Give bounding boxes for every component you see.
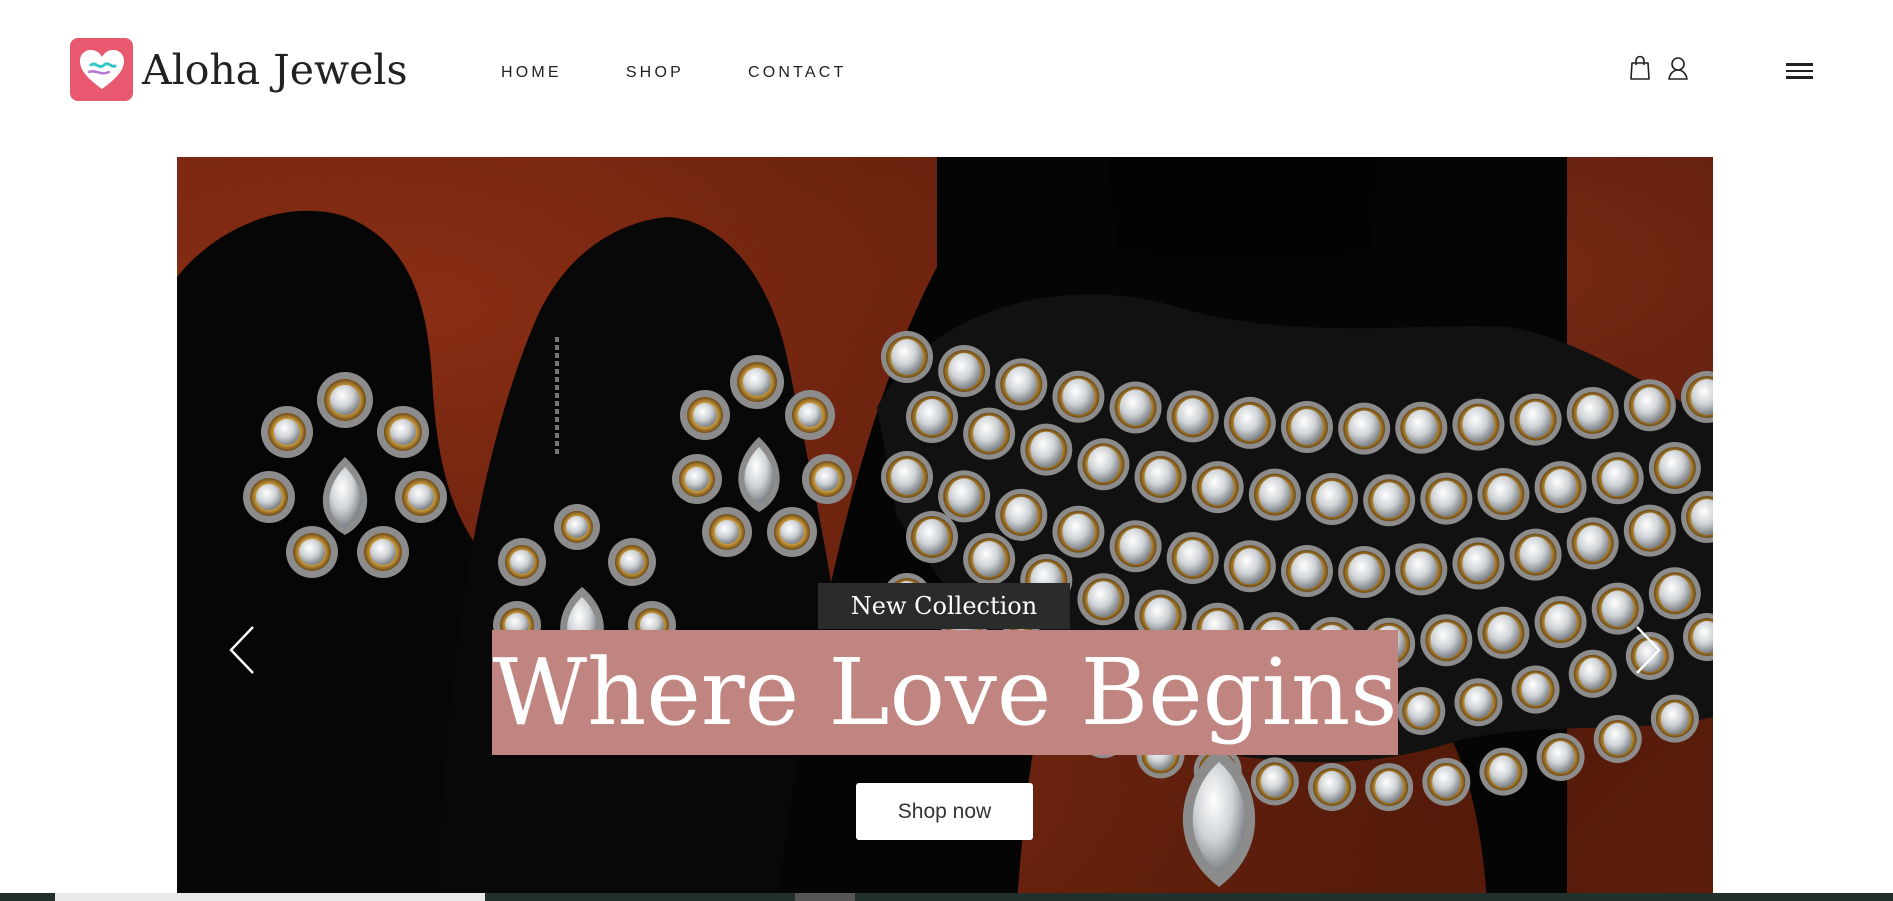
hamburger-line xyxy=(1786,69,1813,72)
necklace-stone xyxy=(1487,476,1520,513)
necklace-stone xyxy=(1658,575,1691,612)
necklace-stone xyxy=(1407,695,1436,728)
hamburger-menu-icon[interactable] xyxy=(1786,63,1816,85)
necklace-stone xyxy=(1633,512,1666,549)
brand-logo-link[interactable]: Aloha Jewels xyxy=(70,38,408,101)
necklace-stone xyxy=(1601,460,1634,497)
necklace-stone xyxy=(1489,755,1518,788)
necklace-stone xyxy=(1660,702,1689,735)
necklace-stone xyxy=(1119,389,1152,426)
necklace-stone xyxy=(1462,545,1495,582)
main-nav: HOME SHOP CONTACT xyxy=(501,64,911,82)
necklace-stone xyxy=(1521,673,1550,706)
necklace-stone xyxy=(1176,398,1209,435)
necklace-stone xyxy=(1260,765,1289,798)
necklace-stone xyxy=(1578,657,1607,690)
necklace-stone xyxy=(973,540,1006,577)
strip-segment xyxy=(795,893,855,901)
necklace-stone xyxy=(1233,548,1266,585)
hero-tag: New Collection xyxy=(818,583,1070,629)
necklace-stone xyxy=(1462,406,1495,443)
bottom-strip xyxy=(0,893,1893,901)
necklace-stone xyxy=(1432,765,1461,798)
user-icon[interactable] xyxy=(1665,53,1691,83)
necklace-stone xyxy=(1005,496,1038,533)
necklace-stone xyxy=(1291,553,1323,589)
necklace-stone xyxy=(891,459,923,495)
shop-now-button[interactable]: Shop now xyxy=(856,783,1033,840)
nav-item-contact[interactable]: CONTACT xyxy=(748,64,847,82)
necklace-stone xyxy=(1633,387,1666,424)
hamburger-line xyxy=(1786,76,1813,79)
necklace-stone xyxy=(1258,476,1291,513)
necklace-stone xyxy=(1348,554,1381,591)
necklace-stone xyxy=(1233,404,1266,441)
necklace-stone xyxy=(891,339,923,375)
hero-title: Where Love Begins xyxy=(492,630,1398,755)
shopping-bag-icon[interactable] xyxy=(1627,53,1653,83)
necklace-stone xyxy=(1544,469,1577,506)
necklace-stone xyxy=(1144,458,1177,495)
necklace-stone xyxy=(1405,409,1438,446)
necklace-stone xyxy=(1144,597,1177,634)
chevron-left-icon xyxy=(228,625,256,680)
necklace-stone xyxy=(1544,604,1577,641)
necklace-stone xyxy=(948,352,981,389)
necklace-stone xyxy=(1316,481,1348,517)
necklace-stone xyxy=(1375,771,1404,804)
necklace-stone xyxy=(1318,771,1346,803)
necklace-stone xyxy=(1519,401,1552,438)
necklace-stone xyxy=(948,478,981,515)
hero-slider: New Collection Where Love Begins Shop no… xyxy=(177,157,1713,901)
necklace-stone xyxy=(1546,741,1575,774)
strip-segment xyxy=(55,893,485,901)
necklace-stone xyxy=(973,415,1006,452)
nav-item-home[interactable]: HOME xyxy=(501,64,562,82)
necklace-stone xyxy=(1430,622,1463,659)
necklace-stone xyxy=(1487,614,1520,651)
nav-item-shop[interactable]: SHOP xyxy=(626,64,684,82)
necklace-stone xyxy=(1062,513,1095,550)
necklace-stone xyxy=(1201,469,1234,506)
necklace-stone xyxy=(1576,394,1609,431)
necklace-stone xyxy=(1464,686,1493,719)
necklace-stone xyxy=(1348,410,1381,447)
necklace-stone xyxy=(1119,528,1152,565)
necklace-stone xyxy=(1291,409,1323,445)
necklace-stone xyxy=(1373,482,1406,519)
slider-prev-arrow[interactable] xyxy=(217,607,267,697)
necklace-stone xyxy=(1176,539,1209,576)
hamburger-line xyxy=(1786,63,1813,66)
necklace-stone xyxy=(1603,723,1632,756)
necklace-stone xyxy=(916,399,948,435)
site-header: Aloha Jewels HOME SHOP CONTACT xyxy=(0,0,1893,148)
chevron-right-icon xyxy=(1634,625,1662,680)
heart-logo-icon xyxy=(70,38,133,101)
brand-name: Aloha Jewels xyxy=(142,45,408,94)
necklace-stone xyxy=(1087,581,1120,618)
header-icons xyxy=(1627,53,1691,83)
necklace-stone xyxy=(1005,366,1038,403)
necklace-stone xyxy=(1062,378,1095,415)
necklace-stone xyxy=(1030,431,1063,468)
necklace-stone xyxy=(916,519,948,555)
necklace-stone xyxy=(1430,480,1463,517)
necklace-stone xyxy=(1658,449,1691,486)
slider-next-arrow[interactable] xyxy=(1623,607,1673,697)
necklace-stone xyxy=(1519,536,1552,573)
necklace-stone xyxy=(1576,525,1609,562)
necklace-stone xyxy=(1405,551,1438,588)
necklace-stone xyxy=(1087,446,1120,483)
